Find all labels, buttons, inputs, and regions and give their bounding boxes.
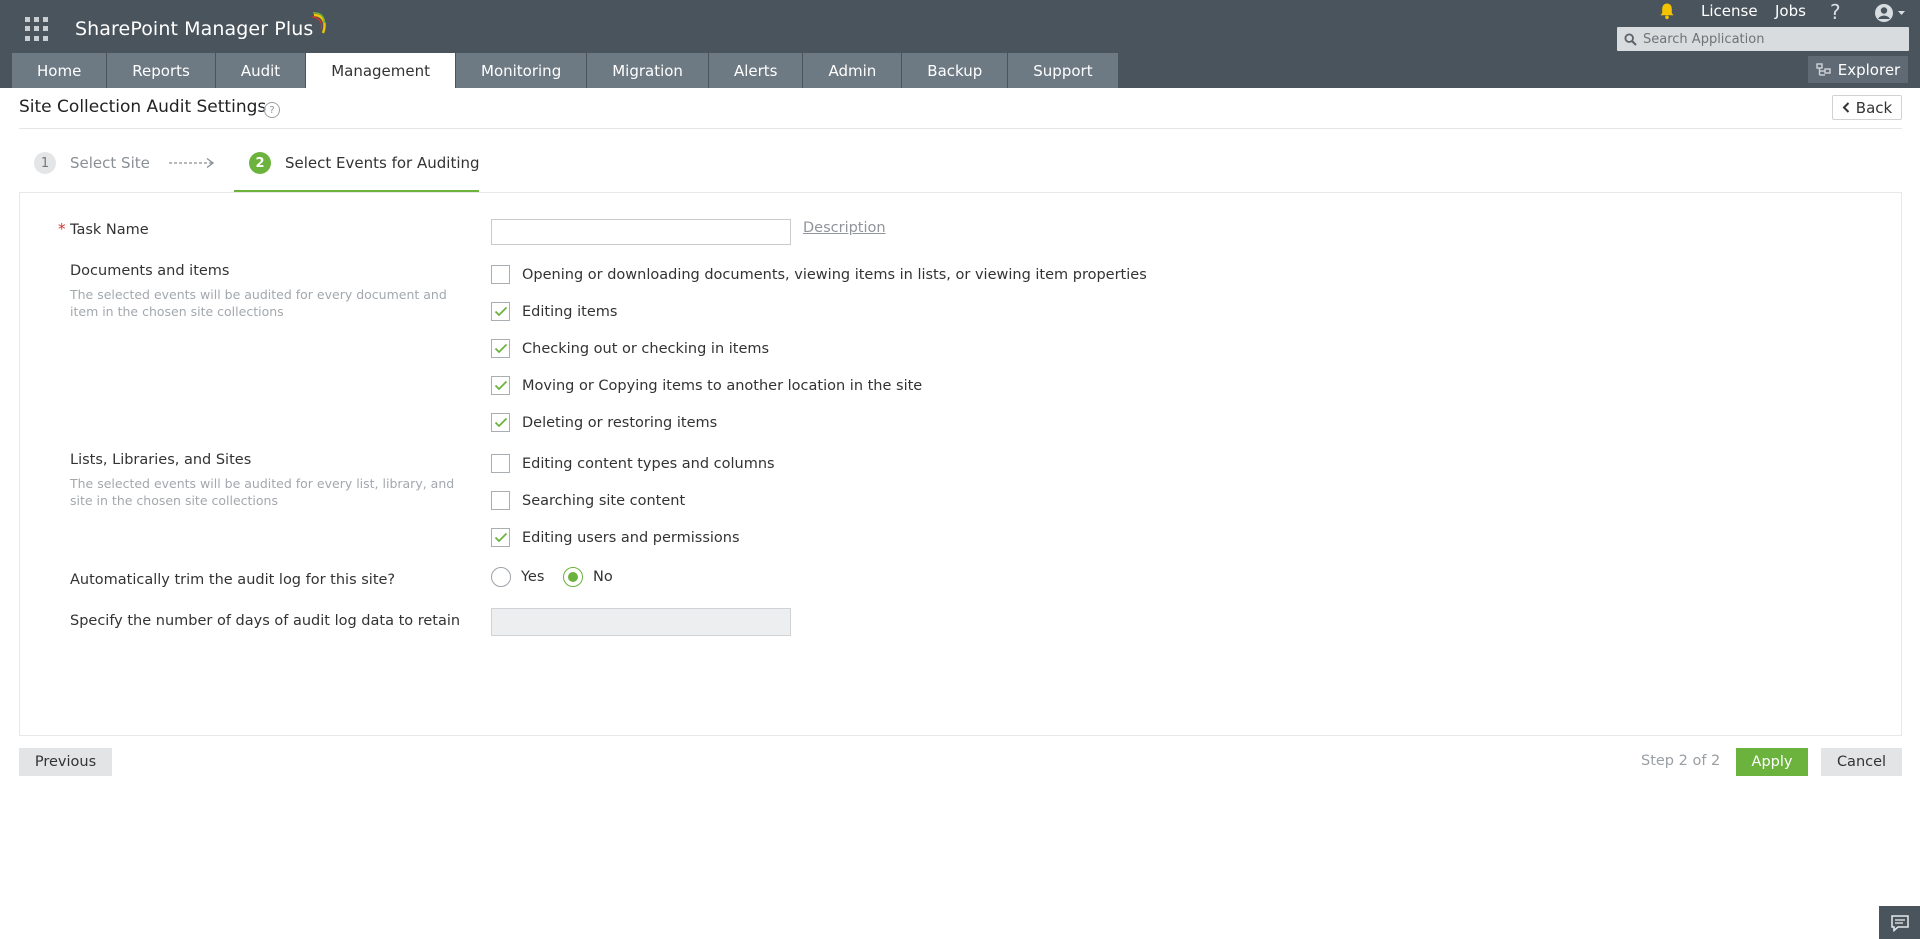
radio-yes[interactable]: Yes bbox=[491, 567, 544, 587]
documents-section-help: The selected events will be audited for … bbox=[70, 287, 447, 319]
checkbox-label: Moving or Copying items to another locat… bbox=[522, 377, 923, 394]
step-number: 1 bbox=[34, 152, 56, 174]
jobs-link[interactable]: Jobs bbox=[1775, 2, 1806, 20]
lists-section-label: Lists, Libraries, and Sites bbox=[70, 452, 252, 468]
required-marker: * bbox=[58, 220, 66, 238]
checkbox-label: Editing items bbox=[522, 303, 618, 320]
tab-monitoring[interactable]: Monitoring bbox=[456, 53, 587, 88]
cancel-button[interactable]: Cancel bbox=[1821, 748, 1902, 776]
wizard-step-select-site[interactable]: 1 Select Site bbox=[34, 152, 150, 174]
tab-reports[interactable]: Reports bbox=[107, 53, 215, 88]
retain-days-label: Specify the number of days of audit log … bbox=[70, 613, 461, 629]
checkbox-row[interactable]: Editing users and permissions bbox=[491, 528, 740, 547]
brand-name: SharePoint Manager Plus bbox=[75, 18, 314, 40]
back-label: Back bbox=[1855, 98, 1893, 117]
checkbox-label: Editing users and permissions bbox=[522, 529, 740, 546]
license-link[interactable]: License bbox=[1701, 2, 1758, 20]
checkbox-row[interactable]: Checking out or checking in items bbox=[491, 339, 769, 358]
chat-button[interactable] bbox=[1879, 906, 1920, 939]
description-link[interactable]: Description bbox=[803, 220, 886, 236]
radio-label: Yes bbox=[521, 569, 545, 585]
user-icon[interactable] bbox=[1874, 3, 1910, 23]
help-icon[interactable]: ? bbox=[1830, 0, 1841, 24]
checkbox-label: Checking out or checking in items bbox=[522, 340, 770, 357]
main-nav: Home Reports Audit Management Monitoring… bbox=[12, 53, 1119, 88]
search-input[interactable] bbox=[1643, 28, 1893, 50]
event-checkbox[interactable] bbox=[491, 528, 510, 547]
top-header: SharePoint Manager Plus License Jobs ? H… bbox=[0, 0, 1920, 88]
wizard-step-select-events[interactable]: 2 Select Events for Auditing bbox=[249, 152, 480, 174]
chat-icon bbox=[1890, 914, 1909, 932]
documents-section-label: Documents and items bbox=[70, 263, 230, 279]
event-checkbox[interactable] bbox=[491, 265, 510, 284]
radio-button[interactable] bbox=[491, 567, 511, 587]
tab-home[interactable]: Home bbox=[12, 53, 107, 88]
task-name-input[interactable] bbox=[491, 219, 791, 245]
explorer-icon bbox=[1816, 62, 1831, 76]
step-label: Select Events for Auditing bbox=[285, 154, 480, 172]
checkbox-row[interactable]: Editing content types and columns bbox=[491, 454, 775, 473]
previous-button[interactable]: Previous bbox=[19, 748, 112, 776]
page-title: Site Collection Audit Settings bbox=[19, 97, 267, 117]
tab-management[interactable]: Management bbox=[306, 53, 455, 88]
tab-admin[interactable]: Admin bbox=[803, 53, 902, 88]
step-label: Select Site bbox=[70, 154, 150, 172]
checkbox-label: Deleting or restoring items bbox=[522, 414, 718, 431]
title-help-icon[interactable]: ? bbox=[264, 102, 280, 118]
event-checkbox[interactable] bbox=[491, 339, 510, 358]
search-bar[interactable] bbox=[1617, 27, 1909, 51]
apply-button[interactable]: Apply bbox=[1736, 748, 1808, 776]
search-icon[interactable] bbox=[1617, 27, 1643, 51]
tab-alerts[interactable]: Alerts bbox=[708, 53, 803, 88]
back-button[interactable]: Back bbox=[1832, 95, 1902, 120]
explorer-label: Explorer bbox=[1837, 60, 1901, 79]
step-counter: Step 2 of 2 bbox=[1641, 753, 1721, 769]
brand-logo[interactable]: SharePoint Manager Plus bbox=[75, 12, 329, 46]
app-grid-icon[interactable] bbox=[25, 17, 49, 41]
checkbox-row[interactable]: Moving or Copying items to another locat… bbox=[491, 376, 922, 395]
checkbox-row[interactable]: Deleting or restoring items bbox=[491, 413, 717, 432]
checkbox-row[interactable]: Opening or downloading documents, viewin… bbox=[491, 265, 1147, 284]
step-number: 2 bbox=[249, 152, 271, 174]
event-checkbox[interactable] bbox=[491, 376, 510, 395]
chevron-left-icon bbox=[1842, 102, 1849, 113]
checkbox-label: Opening or downloading documents, viewin… bbox=[522, 266, 1147, 283]
radio-label: No bbox=[593, 569, 613, 585]
explorer-button[interactable]: Explorer bbox=[1808, 56, 1908, 83]
brand-swoosh-icon bbox=[312, 12, 327, 34]
radio-no[interactable]: No bbox=[563, 567, 613, 587]
checkbox-label: Searching site content bbox=[522, 492, 686, 509]
trim-log-label: Automatically trim the audit log for thi… bbox=[70, 572, 396, 588]
tab-backup[interactable]: Backup bbox=[902, 53, 1008, 88]
bell-icon[interactable] bbox=[1658, 2, 1676, 20]
tab-support[interactable]: Support bbox=[1008, 53, 1118, 88]
event-checkbox[interactable] bbox=[491, 413, 510, 432]
task-name-label: Task Name bbox=[70, 222, 149, 238]
radio-button[interactable] bbox=[563, 567, 583, 587]
checkbox-row[interactable]: Editing items bbox=[491, 302, 617, 321]
event-checkbox[interactable] bbox=[491, 454, 510, 473]
event-checkbox[interactable] bbox=[491, 491, 510, 510]
step-arrow-icon bbox=[169, 157, 215, 169]
event-checkbox[interactable] bbox=[491, 302, 510, 321]
lists-section-help: The selected events will be audited for … bbox=[70, 476, 455, 508]
tab-audit[interactable]: Audit bbox=[215, 53, 306, 88]
retain-days-input[interactable] bbox=[491, 608, 791, 636]
checkbox-row[interactable]: Searching site content bbox=[491, 491, 685, 510]
tab-migration[interactable]: Migration bbox=[587, 53, 708, 88]
page-divider bbox=[19, 128, 1902, 129]
checkbox-label: Editing content types and columns bbox=[522, 455, 775, 472]
